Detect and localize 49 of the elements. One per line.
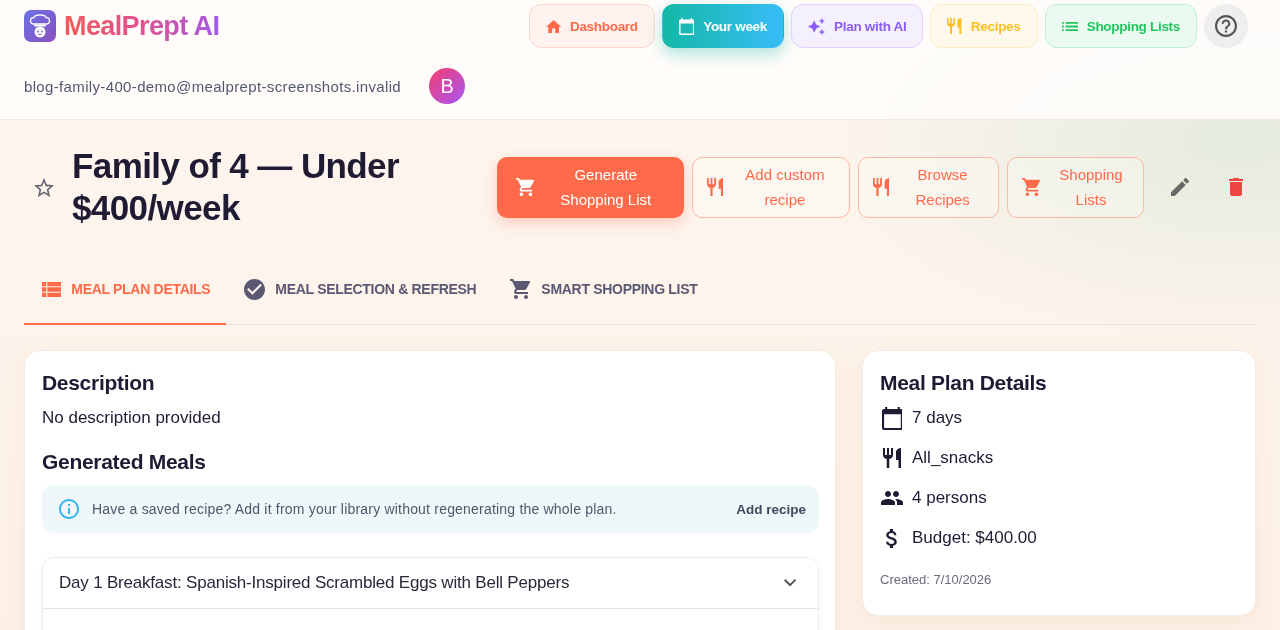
nav-button[interactable]: Your week	[661, 4, 785, 48]
calendar-icon	[881, 406, 903, 430]
tab[interactable]: MEAL SELECTION & REFRESH	[226, 255, 493, 325]
section-heading: Meal Plan Details	[880, 370, 1048, 396]
nav-button[interactable]: Shopping Lists	[1044, 4, 1197, 48]
list-icon	[1061, 21, 1078, 31]
user-email: blog-family-400-demo@mealprept-screenshots.invalid	[24, 77, 402, 95]
fork-knife-icon	[706, 178, 723, 196]
cart-icon	[515, 178, 535, 196]
action-button[interactable]: Shopping Lists	[1007, 156, 1144, 218]
user-avatar[interactable]: B	[429, 68, 466, 104]
action-button[interactable]: Add custom recipe	[691, 156, 850, 218]
cart-icon	[1022, 178, 1041, 196]
fork-knife-icon	[872, 178, 890, 196]
tab[interactable]: SMART SHOPPING LIST	[492, 255, 714, 325]
nav-button[interactable]: Plan with AI	[791, 4, 924, 48]
detail-text: 7 days	[912, 408, 963, 428]
action-button[interactable]: Generate Shopping List	[496, 156, 684, 218]
nav-button[interactable]: Dashboard	[528, 4, 655, 48]
star-icon[interactable]	[34, 177, 54, 197]
fork-knife-icon	[947, 18, 962, 34]
home-icon	[545, 19, 561, 33]
pencil-icon[interactable]	[1171, 178, 1189, 196]
info-text: Have a saved recipe? Add it from your library without regenerating the whole plan.	[92, 501, 617, 517]
people-icon	[881, 491, 903, 505]
help-button[interactable]	[1204, 4, 1248, 48]
detail-text: Budget: $400.00	[912, 528, 1037, 548]
plan-title: Family of 4 — Under $400/week	[72, 145, 400, 229]
tab[interactable]: MEAL PLAN DETAILS	[24, 255, 227, 325]
nav-button[interactable]: Recipes	[930, 4, 1038, 48]
chef-logo-icon[interactable]	[24, 10, 56, 42]
add-recipe-button[interactable]: Add recipe	[736, 501, 806, 517]
action-button[interactable]: Browse Recipes	[857, 156, 1000, 218]
list-view-icon	[42, 281, 62, 297]
cart-icon	[510, 279, 532, 299]
meal-row[interactable]: Day 1 Breakfast: Spanish-Inspired Scrambled Eggs with Bell Peppers	[43, 558, 818, 609]
section-heading: Description	[42, 370, 156, 396]
sparkles-icon	[808, 17, 826, 35]
dollar-icon	[886, 528, 898, 548]
trash-icon[interactable]	[1229, 178, 1243, 196]
fork-knife-icon	[883, 448, 901, 468]
detail-text: 4 persons	[912, 488, 987, 508]
detail-text: All_snacks	[912, 448, 994, 468]
calendar-icon	[678, 17, 695, 35]
info-icon	[59, 499, 79, 519]
section-heading: Generated Meals	[42, 449, 207, 475]
description-text: No description provided	[42, 407, 222, 429]
created-date: Created: 7/10/2026	[880, 571, 993, 589]
help-icon	[1215, 15, 1237, 37]
